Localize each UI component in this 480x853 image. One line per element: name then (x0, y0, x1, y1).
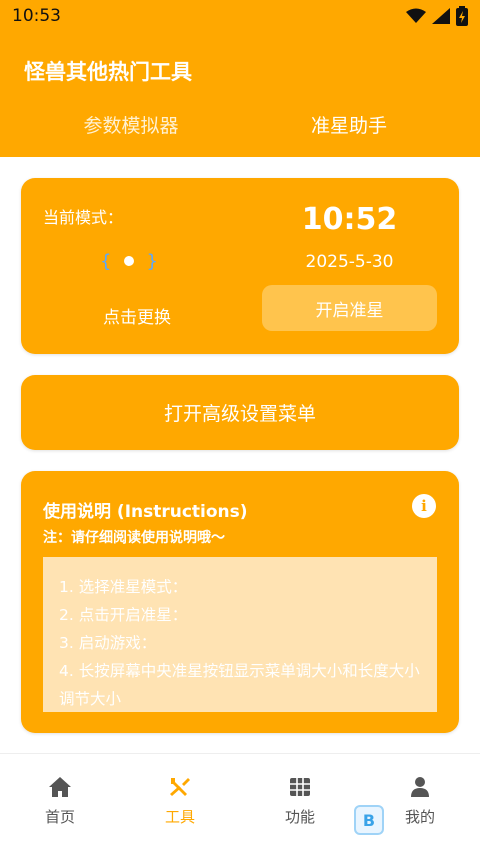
nav-tools[interactable]: 工具 (120, 776, 240, 836)
bracket-left-icon: { (100, 250, 112, 272)
instruction-line: 4. 长按屏幕中央准星按钮显示菜单调大小和长度大小调节大小 (59, 662, 420, 708)
crosshair-preview-icon: { } (100, 247, 158, 275)
status-bar: 10:53 (0, 0, 480, 32)
page-title: 怪兽其他热门工具 (24, 60, 192, 84)
tab-crosshair-assistant[interactable]: 准星助手 (249, 104, 449, 144)
status-icons (406, 6, 468, 26)
instructions-note: 注：请仔细阅读使用说明哦～ (43, 530, 225, 546)
nav-features[interactable]: 功能 (240, 776, 360, 836)
nav-label: 工具 (164, 808, 195, 826)
tab-parameter-simulator[interactable]: 参数模拟器 (31, 104, 231, 144)
app-header: 10:53 怪兽其他热门工具 参数模拟器 准星助手 (0, 0, 480, 157)
info-icon[interactable]: i (412, 494, 436, 518)
advanced-settings-button[interactable]: 打开高级设置菜单 (21, 375, 459, 450)
status-time: 10:53 (12, 6, 61, 26)
start-crosshair-button[interactable]: 开启准星 (262, 285, 437, 331)
signal-icon (432, 8, 450, 24)
crosshair-dot-icon (124, 256, 134, 266)
nav-home[interactable]: 首页 (0, 776, 120, 836)
wifi-icon (406, 8, 426, 23)
bottom-nav: 首页 工具 功能 我的 (0, 753, 480, 853)
nav-label: 我的 (404, 808, 435, 826)
mode-card: 当前模式： 点击更换 10:52 2025-5-30 开启准星 (21, 178, 459, 354)
person-icon (411, 777, 429, 797)
nav-label: 首页 (44, 808, 75, 826)
clock: 10:52 (301, 202, 398, 237)
tools-icon (170, 778, 190, 796)
battery-icon (456, 6, 468, 26)
instruction-line: 2. 点击开启准星： (59, 606, 188, 624)
current-mode-label: 当前模式： (43, 208, 124, 227)
bracket-right-icon: } (146, 250, 158, 272)
watermark-logo-icon: B (354, 805, 384, 835)
home-icon (49, 777, 71, 797)
instructions-box: 1. 选择准星模式： 2. 点击开启准星： 3. 启动游戏： 4. 长按屏幕中央… (43, 557, 437, 712)
advanced-settings-label: 打开高级设置菜单 (163, 403, 316, 425)
switch-mode-button[interactable]: 点击更换 (87, 303, 187, 328)
nav-label: 功能 (284, 808, 315, 826)
grid-icon (290, 778, 310, 796)
instruction-line: 3. 启动游戏： (59, 634, 157, 652)
top-tabs: 参数模拟器 准星助手 (0, 104, 480, 144)
instructions-card: 使用说明 (Instructions) i 注：请仔细阅读使用说明哦～ 1. 选… (21, 471, 459, 733)
date: 2025-5-30 (305, 252, 394, 272)
instructions-title: 使用说明 (Instructions) (43, 502, 248, 522)
instruction-line: 1. 选择准星模式： (59, 578, 188, 596)
